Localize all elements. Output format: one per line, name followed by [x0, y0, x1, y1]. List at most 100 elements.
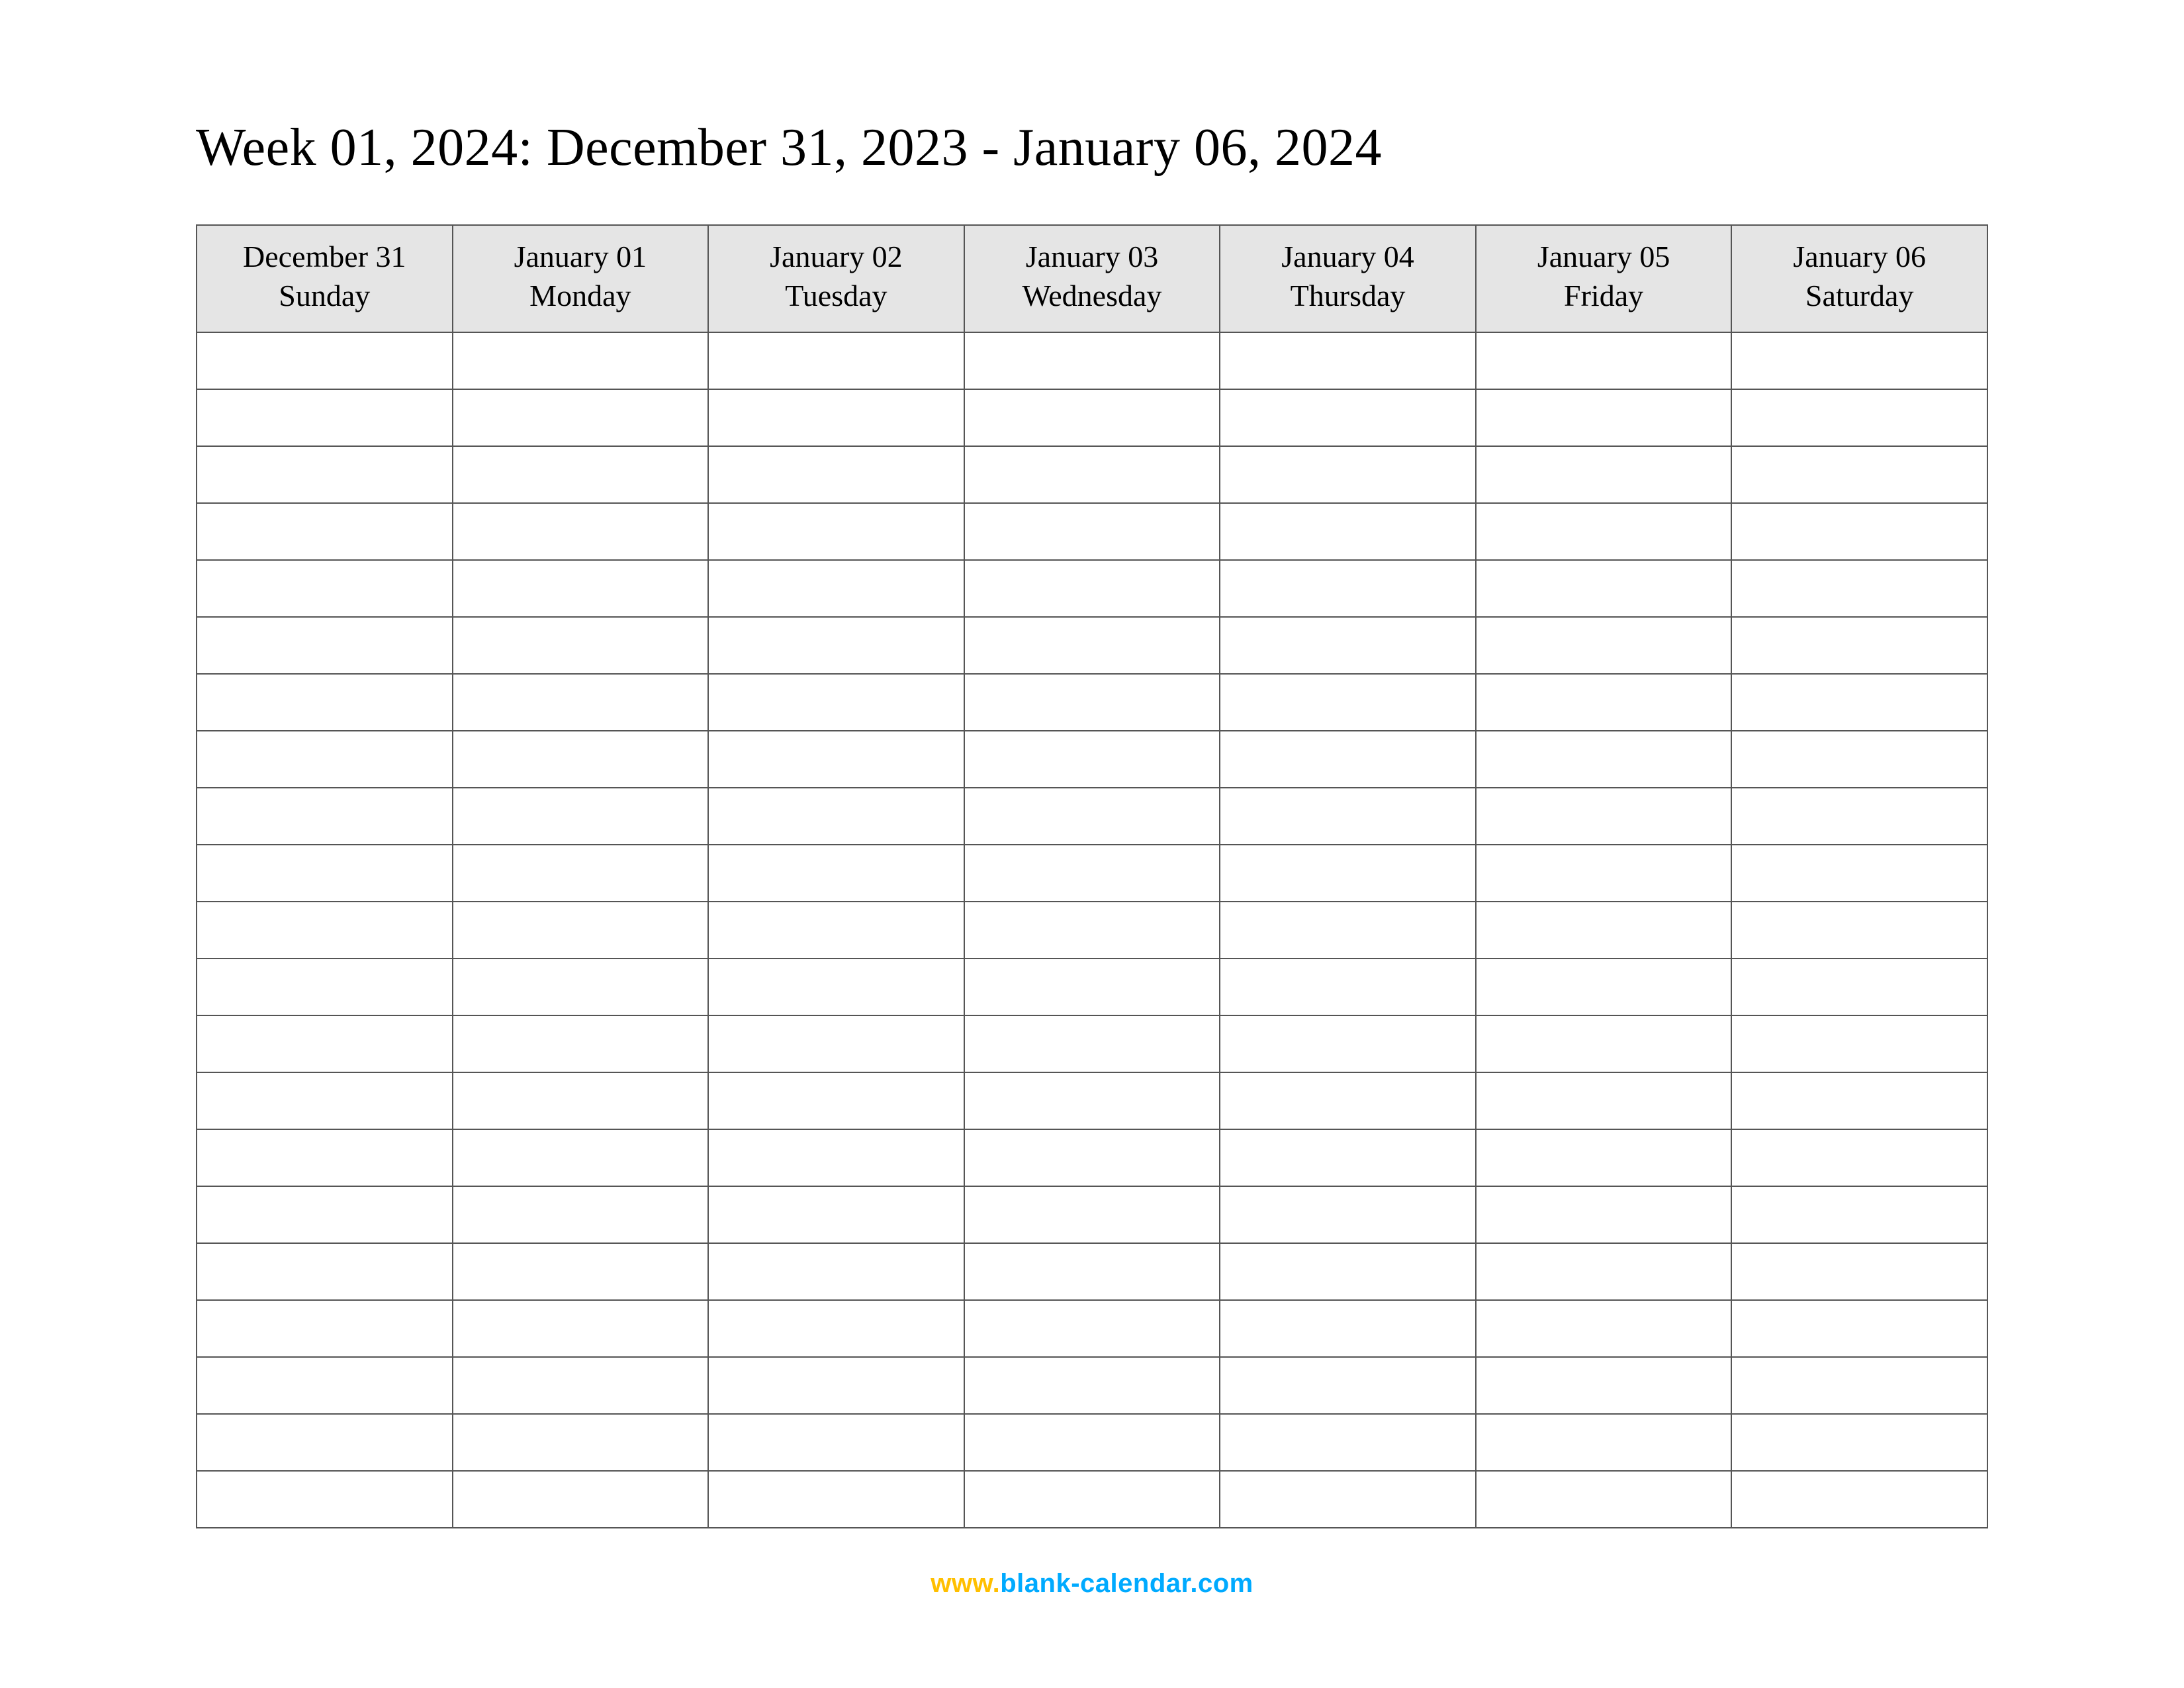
calendar-cell[interactable]	[453, 731, 709, 788]
calendar-cell[interactable]	[1731, 845, 1987, 902]
calendar-cell[interactable]	[197, 332, 453, 389]
calendar-cell[interactable]	[197, 1072, 453, 1129]
calendar-cell[interactable]	[453, 1414, 709, 1471]
calendar-cell[interactable]	[708, 959, 964, 1015]
calendar-cell[interactable]	[1220, 731, 1476, 788]
calendar-cell[interactable]	[964, 1243, 1220, 1300]
calendar-cell[interactable]	[1476, 731, 1732, 788]
calendar-cell[interactable]	[1731, 1471, 1987, 1528]
calendar-cell[interactable]	[1476, 845, 1732, 902]
calendar-cell[interactable]	[1476, 1243, 1732, 1300]
calendar-cell[interactable]	[453, 1471, 709, 1528]
calendar-cell[interactable]	[197, 959, 453, 1015]
calendar-cell[interactable]	[964, 1072, 1220, 1129]
calendar-cell[interactable]	[964, 788, 1220, 845]
calendar-cell[interactable]	[1731, 1129, 1987, 1186]
calendar-cell[interactable]	[1476, 788, 1732, 845]
calendar-cell[interactable]	[708, 1015, 964, 1072]
calendar-cell[interactable]	[964, 1471, 1220, 1528]
calendar-cell[interactable]	[1731, 446, 1987, 503]
calendar-cell[interactable]	[964, 446, 1220, 503]
calendar-cell[interactable]	[1731, 1300, 1987, 1357]
calendar-cell[interactable]	[708, 1072, 964, 1129]
calendar-cell[interactable]	[1220, 560, 1476, 617]
calendar-cell[interactable]	[1476, 1186, 1732, 1243]
calendar-cell[interactable]	[1731, 788, 1987, 845]
calendar-cell[interactable]	[453, 959, 709, 1015]
calendar-cell[interactable]	[1476, 617, 1732, 674]
calendar-cell[interactable]	[964, 560, 1220, 617]
calendar-cell[interactable]	[453, 1300, 709, 1357]
calendar-cell[interactable]	[197, 1015, 453, 1072]
calendar-cell[interactable]	[1220, 503, 1476, 560]
calendar-cell[interactable]	[197, 1129, 453, 1186]
calendar-cell[interactable]	[1731, 1243, 1987, 1300]
calendar-cell[interactable]	[453, 845, 709, 902]
calendar-cell[interactable]	[197, 503, 453, 560]
calendar-cell[interactable]	[1731, 1414, 1987, 1471]
calendar-cell[interactable]	[964, 1414, 1220, 1471]
calendar-cell[interactable]	[1476, 902, 1732, 959]
calendar-cell[interactable]	[197, 674, 453, 731]
calendar-cell[interactable]	[708, 617, 964, 674]
calendar-cell[interactable]	[453, 902, 709, 959]
calendar-cell[interactable]	[964, 902, 1220, 959]
calendar-cell[interactable]	[1220, 1129, 1476, 1186]
calendar-cell[interactable]	[1731, 674, 1987, 731]
calendar-cell[interactable]	[1731, 1357, 1987, 1414]
calendar-cell[interactable]	[1220, 959, 1476, 1015]
calendar-cell[interactable]	[1476, 1414, 1732, 1471]
calendar-cell[interactable]	[708, 503, 964, 560]
calendar-cell[interactable]	[1220, 1072, 1476, 1129]
calendar-cell[interactable]	[1731, 959, 1987, 1015]
calendar-cell[interactable]	[1731, 1072, 1987, 1129]
calendar-cell[interactable]	[1476, 1300, 1732, 1357]
calendar-cell[interactable]	[1731, 731, 1987, 788]
calendar-cell[interactable]	[1476, 389, 1732, 446]
calendar-cell[interactable]	[197, 1414, 453, 1471]
calendar-cell[interactable]	[964, 617, 1220, 674]
calendar-cell[interactable]	[708, 845, 964, 902]
calendar-cell[interactable]	[453, 560, 709, 617]
calendar-cell[interactable]	[1220, 1243, 1476, 1300]
calendar-cell[interactable]	[197, 731, 453, 788]
calendar-cell[interactable]	[1731, 389, 1987, 446]
calendar-cell[interactable]	[1220, 332, 1476, 389]
calendar-cell[interactable]	[453, 1015, 709, 1072]
calendar-cell[interactable]	[197, 902, 453, 959]
calendar-cell[interactable]	[708, 1357, 964, 1414]
calendar-cell[interactable]	[453, 617, 709, 674]
calendar-cell[interactable]	[1476, 1471, 1732, 1528]
calendar-cell[interactable]	[708, 1300, 964, 1357]
calendar-cell[interactable]	[197, 389, 453, 446]
calendar-cell[interactable]	[453, 674, 709, 731]
calendar-cell[interactable]	[964, 674, 1220, 731]
calendar-cell[interactable]	[1220, 1186, 1476, 1243]
calendar-cell[interactable]	[1476, 1129, 1732, 1186]
calendar-cell[interactable]	[964, 1129, 1220, 1186]
calendar-cell[interactable]	[197, 1186, 453, 1243]
calendar-cell[interactable]	[453, 1186, 709, 1243]
calendar-cell[interactable]	[197, 560, 453, 617]
calendar-cell[interactable]	[453, 1243, 709, 1300]
calendar-cell[interactable]	[708, 1471, 964, 1528]
calendar-cell[interactable]	[1731, 902, 1987, 959]
calendar-cell[interactable]	[964, 1357, 1220, 1414]
calendar-cell[interactable]	[1476, 332, 1732, 389]
calendar-cell[interactable]	[1731, 332, 1987, 389]
calendar-cell[interactable]	[708, 902, 964, 959]
calendar-cell[interactable]	[964, 332, 1220, 389]
calendar-cell[interactable]	[708, 1186, 964, 1243]
calendar-cell[interactable]	[1220, 446, 1476, 503]
calendar-cell[interactable]	[964, 1015, 1220, 1072]
calendar-cell[interactable]	[197, 845, 453, 902]
calendar-cell[interactable]	[1220, 1300, 1476, 1357]
calendar-cell[interactable]	[964, 1300, 1220, 1357]
calendar-cell[interactable]	[1220, 1015, 1476, 1072]
calendar-cell[interactable]	[1476, 446, 1732, 503]
calendar-cell[interactable]	[964, 389, 1220, 446]
calendar-cell[interactable]	[453, 1129, 709, 1186]
calendar-cell[interactable]	[1476, 1357, 1732, 1414]
calendar-cell[interactable]	[1220, 845, 1476, 902]
calendar-cell[interactable]	[197, 446, 453, 503]
